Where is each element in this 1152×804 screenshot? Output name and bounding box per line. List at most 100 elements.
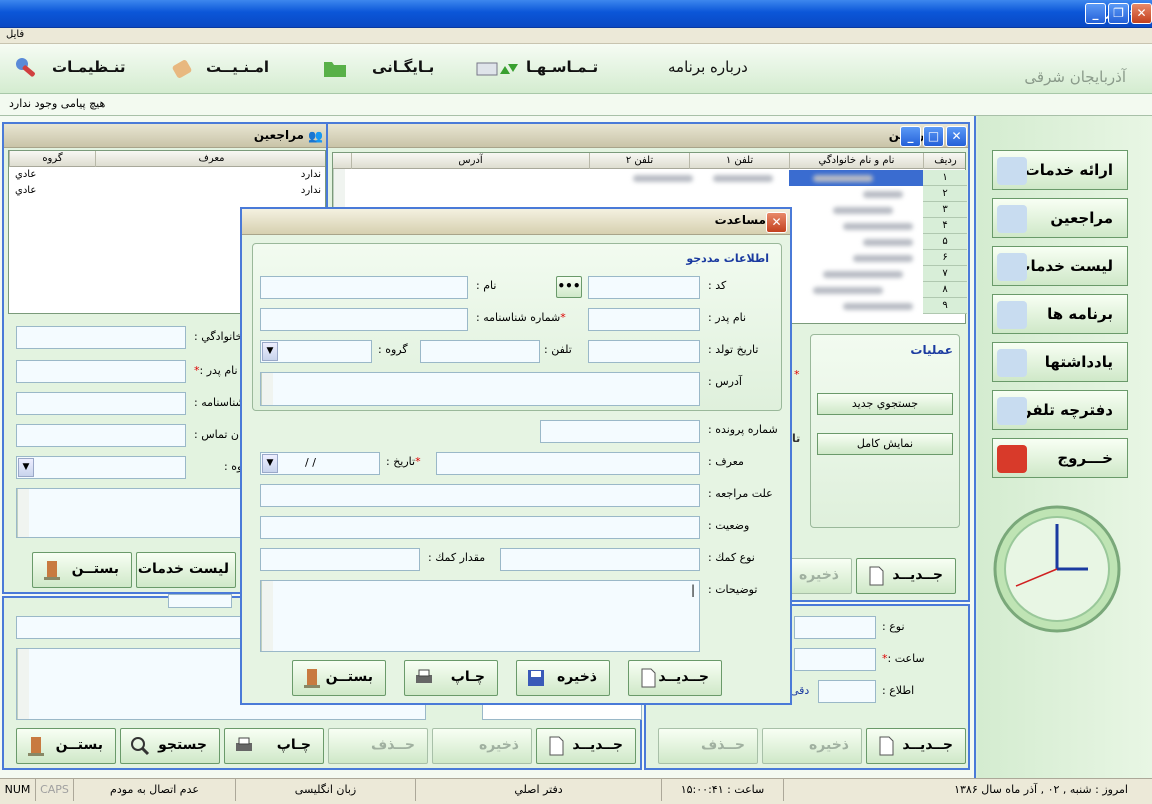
door-icon	[44, 561, 60, 580]
table-row[interactable]: ۶	[923, 250, 967, 266]
address-field[interactable]	[260, 372, 700, 406]
restore-button[interactable]: ❐	[1108, 3, 1129, 24]
new-document-icon	[869, 566, 884, 586]
lock-icon	[172, 60, 192, 78]
help-print-button[interactable]: چـاپ	[404, 660, 498, 696]
help-new-button[interactable]: جــديــد	[628, 660, 722, 696]
reminder-save-button[interactable]: ذخیره	[762, 728, 862, 764]
birth-date-field[interactable]	[588, 340, 700, 363]
status-field[interactable]	[260, 516, 700, 539]
show-all-button[interactable]: نمايش كامل	[817, 433, 953, 455]
sidebar-item-clients[interactable]: مراجعین	[992, 198, 1128, 238]
search-new-button[interactable]: جستجوي جديد	[817, 393, 953, 415]
time-field[interactable]	[794, 648, 876, 671]
bottom-save-button[interactable]: ذخیره	[432, 728, 532, 764]
sidebar-item-exit[interactable]: خـــروج	[992, 438, 1128, 478]
book-icon	[997, 397, 1027, 425]
type-field[interactable]	[794, 616, 876, 639]
minimize-button[interactable]: _	[1085, 3, 1106, 24]
name-field[interactable]	[260, 276, 468, 299]
sidebar-item-book[interactable]: دفترچه تلفن	[992, 390, 1128, 430]
family-field[interactable]	[16, 326, 186, 349]
table-row[interactable]: ۲	[923, 186, 967, 202]
region-label: آذربایجان شرقی	[1024, 68, 1126, 86]
toolbar-security[interactable]: امـنـیــت	[206, 58, 269, 76]
toolbar-contacts[interactable]: تـمـاسـهـا	[526, 58, 598, 76]
file-number-field[interactable]	[540, 420, 700, 443]
code-field[interactable]	[588, 276, 700, 299]
contact-field[interactable]	[16, 424, 186, 447]
toolbar-about[interactable]: درباره برنامه	[668, 58, 748, 76]
bottom-close-button[interactable]: بستــن	[16, 728, 116, 764]
window-titlebar: ⚙ تبریز _ ❐ ✕	[0, 0, 1152, 28]
phone-field[interactable]	[420, 340, 540, 363]
reason-field[interactable]	[260, 484, 700, 507]
notes-field[interactable]: |	[260, 580, 700, 652]
chevron-down-icon[interactable]: ▼	[262, 342, 278, 361]
clients-notes[interactable]	[16, 488, 246, 538]
menu-file[interactable]: فایل	[6, 29, 24, 40]
help-amount-field[interactable]	[260, 548, 420, 571]
group-select[interactable]: ▼	[16, 456, 186, 479]
lookup-button[interactable]: •••	[556, 276, 582, 298]
table-row[interactable]: ۹	[923, 298, 967, 314]
table-row[interactable]: ۳	[923, 202, 967, 218]
phonebook-new-button[interactable]: جــديــد	[856, 558, 956, 594]
help-dialog: 🧍مساعدت ✕ اطلاعات مددجو كد : ••• نام : ن…	[240, 207, 792, 705]
new-document-icon	[641, 668, 656, 688]
father-field[interactable]	[588, 308, 700, 331]
sidebar: ارائه خدمات مراجعین لیست خدمات برنامه ها ياد…	[978, 116, 1152, 778]
chevron-down-icon[interactable]: ▼	[262, 454, 278, 473]
sidebar-item-calendar[interactable]: برنامه ها	[992, 294, 1128, 334]
folder-icon	[324, 62, 346, 77]
table-row[interactable]: ۵	[923, 234, 967, 250]
close-button[interactable]: ✕	[946, 126, 967, 147]
help-save-button[interactable]: ذخیره	[516, 660, 610, 696]
table-row[interactable]: ۴	[923, 218, 967, 234]
status-bar: NUM CAPS عدم اتصال به مودم زبان انگلیسی …	[0, 778, 1152, 804]
table-row[interactable]: ۱	[923, 170, 967, 186]
table-row[interactable]: ۸	[923, 282, 967, 298]
small-field[interactable]	[168, 594, 232, 608]
table-row[interactable]: عادي	[15, 183, 95, 199]
bottom-new-button[interactable]: جــديــد	[536, 728, 636, 764]
reminder-new-button[interactable]: جــديــد	[866, 728, 966, 764]
father-field[interactable]	[16, 360, 186, 383]
clients-close-button[interactable]: بستــن	[32, 552, 132, 588]
chevron-down-icon[interactable]: ▼	[18, 458, 34, 477]
clock-icon	[993, 505, 1121, 633]
office-status: دفتر اصلي	[416, 779, 662, 801]
group-select[interactable]: ▼	[260, 340, 372, 363]
toolbar-archive[interactable]: بـایگـانی	[372, 58, 434, 76]
notify-field[interactable]	[818, 680, 876, 703]
bottom-delete-button[interactable]: حــذف	[328, 728, 428, 764]
bottom-search-button[interactable]: جستجو	[120, 728, 220, 764]
referrer-field[interactable]	[436, 452, 700, 475]
sidebar-item-service[interactable]: ارائه خدمات	[992, 150, 1128, 190]
modem-status: عدم اتصال به مودم	[74, 779, 236, 801]
date-picker[interactable]: ▼ / /	[260, 452, 380, 475]
help-type-field[interactable]	[500, 548, 700, 571]
reminder-delete-button[interactable]: حــذف	[658, 728, 758, 764]
col-referrer[interactable]: معرف	[95, 151, 327, 167]
close-button[interactable]: ✕	[766, 212, 787, 233]
id-number-field[interactable]	[260, 308, 468, 331]
bottom-print-button[interactable]: چـاپ	[224, 728, 324, 764]
num-indicator: NUM	[0, 779, 36, 801]
sidebar-item-list[interactable]: لیست خدمات	[992, 246, 1128, 286]
wrench-icon	[16, 58, 35, 77]
id-field[interactable]	[16, 392, 186, 415]
calendar-icon	[997, 301, 1027, 329]
message-bar: هیچ پیامی وجود ندارد	[0, 94, 1152, 116]
door-icon	[28, 737, 44, 756]
table-row[interactable]: عادي	[15, 167, 95, 183]
maximize-button[interactable]: □	[923, 126, 944, 147]
table-row[interactable]: ۷	[923, 266, 967, 282]
sidebar-item-pen[interactable]: يادداشتها	[992, 342, 1128, 382]
close-button[interactable]: ✕	[1131, 3, 1152, 24]
minimize-button[interactable]: _	[900, 126, 921, 147]
col-group[interactable]: گروه	[9, 151, 95, 167]
help-close-button[interactable]: بستــن	[292, 660, 386, 696]
services-list-button[interactable]: لیست خدمات	[136, 552, 236, 588]
toolbar-settings[interactable]: تنـظیمـات	[52, 58, 126, 76]
